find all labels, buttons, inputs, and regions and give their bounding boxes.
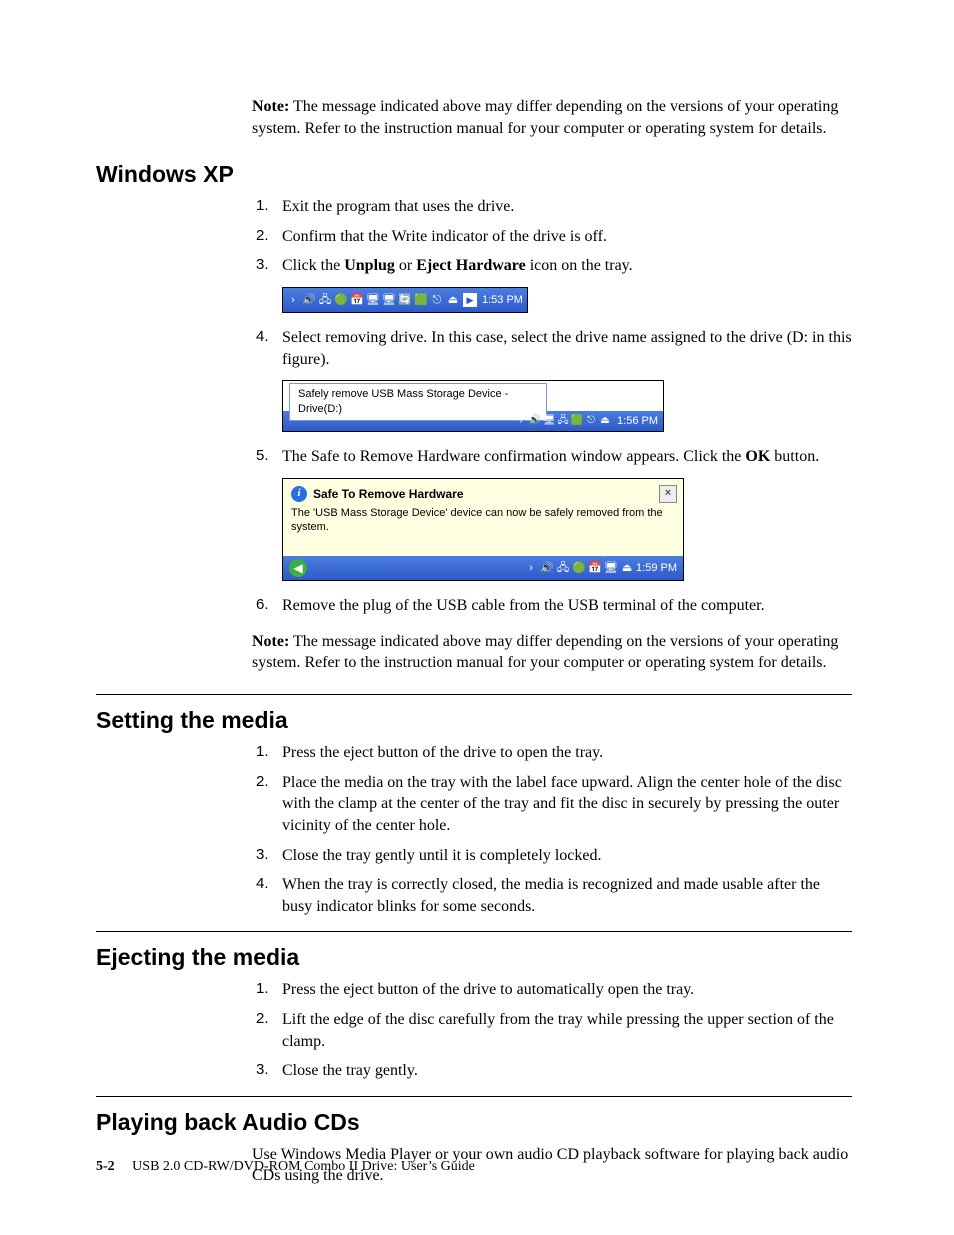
t: Click the	[282, 257, 344, 274]
page-number: 5-2	[96, 1159, 115, 1174]
section-rule	[96, 694, 852, 695]
system-tray: › 🔊 🖧 🟢 📅 🖥 🖥 🔄 🟩 ⎋ ⏏ ▶ 1:53 PM	[282, 287, 528, 313]
winxp-step-4: Select removing drive. In this case, sel…	[278, 327, 852, 432]
volume-icon: 🔊	[540, 561, 554, 575]
figure-systray-1: › 🔊 🖧 🟢 📅 🖥 🖥 🔄 🟩 ⎋ ⏏ ▶ 1:53 PM	[282, 287, 852, 313]
ejecting-steps: Press the eject button of the drive to a…	[252, 979, 852, 1081]
info-icon: i	[291, 486, 307, 502]
section-rule-3	[96, 1096, 852, 1097]
heading-playing-audio-cds: Playing back Audio CDs	[96, 1107, 852, 1138]
t: Close the tray gently until it is comple…	[282, 847, 602, 864]
section-rule-2	[96, 931, 852, 932]
page: Note: The message indicated above may di…	[0, 0, 954, 1235]
monitor-icon: 🖥	[604, 561, 618, 575]
t: Lift the edge of the disc carefully from…	[282, 1011, 834, 1050]
balloon-body: The 'USB Mass Storage Device' device can…	[283, 507, 683, 557]
t: button.	[770, 448, 819, 465]
chevron-icon: ›	[286, 293, 300, 307]
note-label: Note:	[252, 98, 289, 115]
popup-top: Safely remove USB Mass Storage Device - …	[283, 381, 663, 411]
ejecting-step-1: Press the eject button of the drive to a…	[278, 979, 852, 1001]
antivirus-icon: 🟢	[572, 561, 586, 575]
tray-time: 1:53 PM	[482, 293, 523, 308]
hardware-icon: 🟩	[414, 293, 428, 307]
winxp-step-6-text: Remove the plug of the USB cable from th…	[282, 597, 765, 614]
winxp-step-1: Exit the program that uses the drive.	[278, 196, 852, 218]
balloon-title: Safe To Remove Hardware	[313, 486, 464, 502]
network-icon: 🖧	[556, 561, 570, 575]
t: Place the media on the tray with the lab…	[282, 774, 842, 834]
t: Press the eject button of the drive to a…	[282, 981, 694, 998]
t: When the tray is correctly closed, the m…	[282, 876, 820, 915]
setting-step-4: When the tray is correctly closed, the m…	[278, 874, 852, 917]
intro-note: Note: The message indicated above may di…	[252, 96, 852, 139]
note-label-2: Note:	[252, 633, 289, 650]
close-icon[interactable]: ×	[659, 485, 677, 503]
t: icon on the tray.	[526, 257, 633, 274]
taskbar: ◀ › 🔊 🖧 🟢 📅 🖥 ⏏ 1:59 PM	[283, 556, 683, 580]
body-column: Note: The message indicated above may di…	[252, 96, 852, 1187]
setting-step-2: Place the media on the tray with the lab…	[278, 772, 852, 837]
display-icon: 🖥	[382, 293, 396, 307]
eject-hardware-icon[interactable]: ⏏	[446, 293, 460, 307]
t: Unplug	[344, 257, 395, 274]
setting-steps: Press the eject button of the drive to o…	[252, 742, 852, 917]
refresh-icon: 🔄	[398, 293, 412, 307]
t: or	[395, 257, 416, 274]
eject-hardware-icon[interactable]: ⏏	[620, 561, 634, 575]
chevron-icon: ›	[524, 561, 538, 575]
volume-icon: 🔊	[529, 415, 541, 427]
calendar-icon: 📅	[588, 561, 602, 575]
safe-to-remove-balloon: i Safe To Remove Hardware × The 'USB Mas…	[282, 478, 684, 582]
balloon-body-text: The 'USB Mass Storage Device' device can…	[291, 507, 663, 533]
t: The Safe to Remove Hardware confirmation…	[282, 448, 745, 465]
usb-icon: ⎋	[430, 293, 444, 307]
chevron-icon: ›	[515, 415, 527, 427]
hardware-icon: 🟩	[571, 415, 583, 427]
winxp-step-2: Confirm that the Write indicator of the …	[278, 226, 852, 248]
t: Close the tray gently.	[282, 1062, 418, 1079]
antivirus-icon: 🟢	[334, 293, 348, 307]
setting-step-1: Press the eject button of the drive to o…	[278, 742, 852, 764]
heading-ejecting-media: Ejecting the media	[96, 942, 852, 973]
winxp-step-1-text: Exit the program that uses the drive.	[282, 198, 514, 215]
setting-step-3: Close the tray gently until it is comple…	[278, 845, 852, 867]
network-icon: 🖧	[318, 293, 332, 307]
tray-time-2: 1:56 PM	[617, 414, 658, 429]
figure-safely-remove-menu: Safely remove USB Mass Storage Device - …	[282, 380, 852, 432]
balloon-tail-icon	[597, 543, 613, 557]
ejecting-step-3: Close the tray gently.	[278, 1060, 852, 1082]
t: OK	[745, 448, 770, 465]
page-footer: 5-2 USB 2.0 CD-RW/DVD-ROM Combo II Drive…	[96, 1159, 475, 1175]
network-icon: 🖧	[557, 415, 569, 427]
winxp-step-4-text: Select removing drive. In this case, sel…	[282, 329, 852, 368]
usb-icon: ⎋	[585, 415, 597, 427]
t: Press the eject button of the drive to o…	[282, 744, 603, 761]
safely-remove-menu-item[interactable]: Safely remove USB Mass Storage Device - …	[289, 383, 547, 421]
safely-remove-popup: Safely remove USB Mass Storage Device - …	[282, 380, 664, 432]
heading-windows-xp: Windows XP	[96, 159, 852, 190]
media-play-icon: ▶	[463, 293, 477, 307]
winxp-step-5: The Safe to Remove Hardware confirmation…	[278, 446, 852, 581]
balloon-header: i Safe To Remove Hardware ×	[283, 479, 683, 507]
calendar-icon: 📅	[350, 293, 364, 307]
intro-note-text: The message indicated above may differ d…	[252, 98, 838, 137]
footer-title: USB 2.0 CD-RW/DVD-ROM Combo II Drive: Us…	[132, 1159, 475, 1174]
monitor-icon: 🖥	[543, 415, 555, 427]
eject-hardware-icon[interactable]: ⏏	[599, 415, 611, 427]
start-button-icon[interactable]: ◀	[289, 559, 307, 577]
monitor-icon: 🖥	[366, 293, 380, 307]
t: Eject Hardware	[416, 257, 525, 274]
volume-icon: 🔊	[302, 293, 316, 307]
winxp-steps: Exit the program that uses the drive. Co…	[252, 196, 852, 617]
winxp-step-6: Remove the plug of the USB cable from th…	[278, 595, 852, 617]
winxp-step-2-text: Confirm that the Write indicator of the …	[282, 228, 607, 245]
tray-time-3: 1:59 PM	[636, 561, 677, 576]
figure-safe-to-remove-balloon: i Safe To Remove Hardware × The 'USB Mas…	[282, 478, 852, 582]
winxp-step-3: Click the Unplug or Eject Hardware icon …	[278, 255, 852, 313]
ejecting-step-2: Lift the edge of the disc carefully from…	[278, 1009, 852, 1052]
post-note-text: The message indicated above may differ d…	[252, 633, 838, 672]
post-note: Note: The message indicated above may di…	[252, 631, 852, 674]
heading-setting-media: Setting the media	[96, 705, 852, 736]
